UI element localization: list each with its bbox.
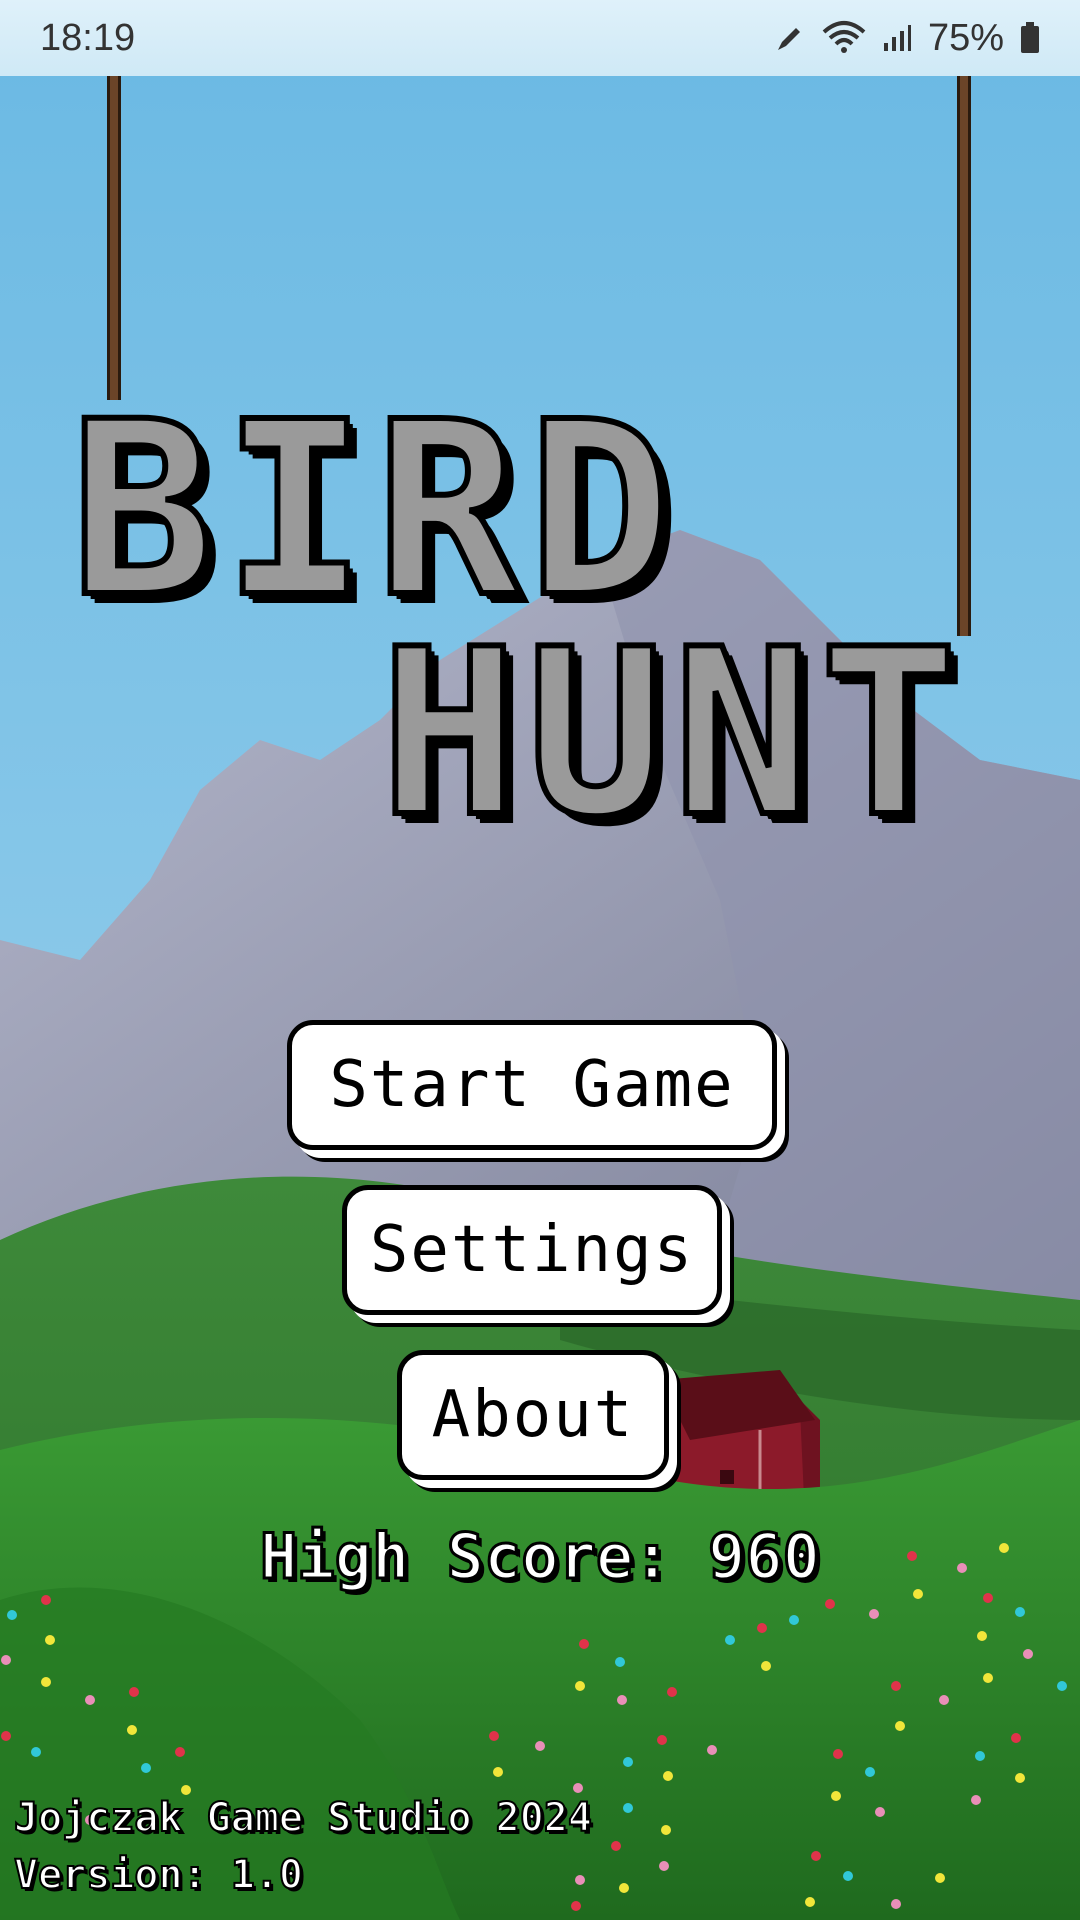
about-button[interactable]: About [397,1350,669,1480]
rope-left [107,76,121,400]
battery-icon [1020,22,1040,54]
status-bar: 18:19 75% [0,0,1080,76]
title-bird: BIRD [67,370,680,650]
status-icons: 75% [774,17,1040,60]
title-hunt: HUNT [377,601,966,868]
game-background [0,0,1080,1920]
rope-right [957,76,971,636]
version-label: Version: 1.0 [13,1851,304,1899]
start-game-button[interactable]: Start Game [287,1020,777,1150]
studio-credits: Jojczak Game Studio 2024 [13,1794,593,1842]
signal-icon [882,23,912,53]
pen-icon [774,22,806,54]
battery-percent: 75% [927,16,1004,59]
wifi-icon [822,20,866,56]
high-score: High Score: 960 [259,1519,822,1595]
status-time: 18:19 [40,16,136,59]
settings-button[interactable]: Settings [342,1185,722,1315]
